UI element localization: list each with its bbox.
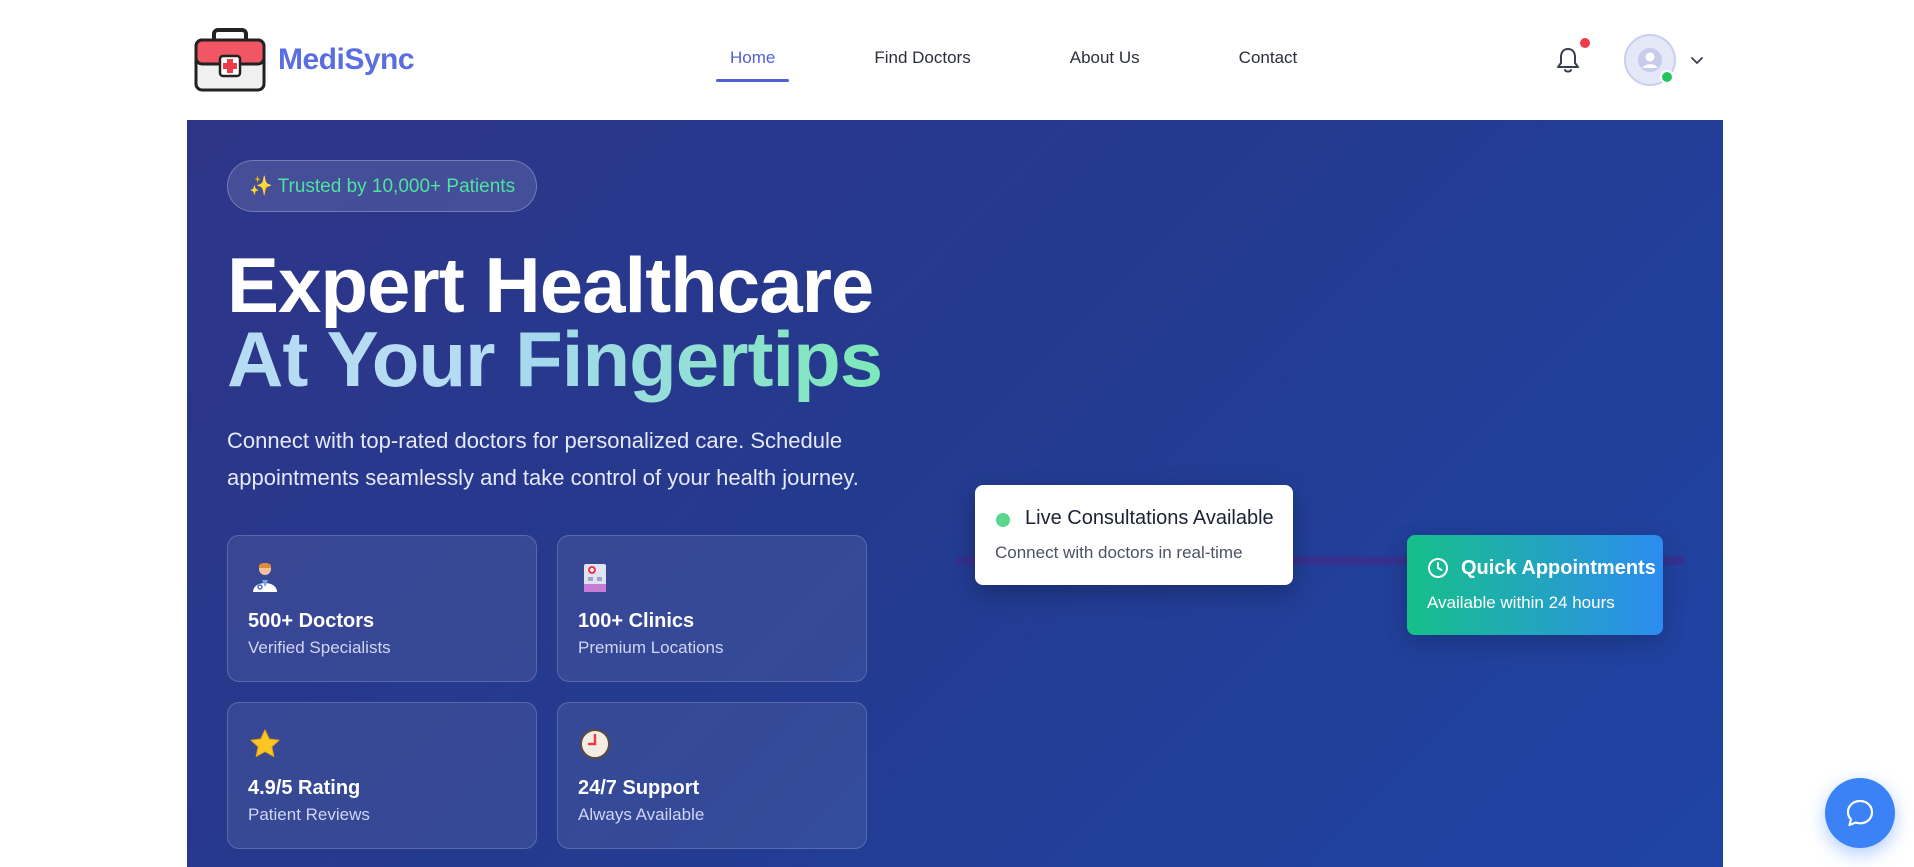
notification-badge bbox=[1580, 38, 1590, 48]
headline-line-2: At Your Fingertips bbox=[227, 320, 883, 398]
chat-button[interactable] bbox=[1825, 778, 1895, 848]
user-icon bbox=[1638, 48, 1662, 72]
online-status-dot bbox=[1660, 70, 1674, 84]
stat-subtitle: Patient Reviews bbox=[248, 805, 370, 824]
live-card-subtitle: Connect with doctors in real-time bbox=[995, 543, 1243, 562]
hero-description: Connect with top-rated doctors for perso… bbox=[227, 428, 859, 490]
stat-card-clinics: 100+ Clinics Premium Locations bbox=[557, 535, 867, 682]
hero-headline: Expert Healthcare At Your Fingertips bbox=[227, 246, 883, 398]
site-header: MediSync Home Find Doctors About Us Cont… bbox=[0, 0, 1914, 120]
chat-bubble-icon bbox=[1846, 799, 1874, 827]
quick-card-title: Quick Appointments bbox=[1461, 557, 1656, 579]
medical-kit-icon bbox=[194, 28, 266, 92]
hero-section: ✨ Trusted by 10,000+ Patients Expert Hea… bbox=[187, 120, 1723, 867]
stat-title: 24/7 Support bbox=[578, 777, 700, 799]
clock-icon bbox=[1428, 558, 1448, 578]
live-status-dot bbox=[996, 513, 1010, 527]
brand-logo[interactable]: MediSync bbox=[194, 28, 415, 92]
doctor-icon bbox=[253, 563, 277, 592]
star-icon bbox=[250, 729, 280, 757]
stat-card-doctors: 500+ Doctors Verified Specialists bbox=[227, 535, 537, 682]
stat-title: 100+ Clinics bbox=[578, 610, 695, 632]
trust-badge: ✨ Trusted by 10,000+ Patients bbox=[227, 160, 538, 212]
nav-find-doctors[interactable]: Find Doctors bbox=[860, 44, 984, 82]
quick-card-subtitle: Available within 24 hours bbox=[1427, 593, 1615, 612]
stat-card-rating: 4.9/5 Rating Patient Reviews bbox=[227, 702, 537, 849]
bell-icon[interactable] bbox=[1555, 46, 1581, 74]
stat-subtitle: Premium Locations bbox=[578, 638, 724, 657]
quick-appointments-card: Quick Appointments Available within 24 h… bbox=[1407, 535, 1663, 635]
trust-badge-text: ✨ Trusted by 10,000+ Patients bbox=[249, 176, 516, 197]
clock-icon bbox=[580, 729, 610, 759]
nav-contact[interactable]: Contact bbox=[1225, 44, 1312, 82]
chevron-down-icon[interactable] bbox=[1689, 52, 1705, 68]
nav-about-us[interactable]: About Us bbox=[1056, 44, 1154, 82]
stat-subtitle: Verified Specialists bbox=[248, 638, 391, 657]
main-nav: Home Find Doctors About Us Contact bbox=[716, 44, 1382, 82]
stat-card-support: 24/7 Support Always Available bbox=[557, 702, 867, 849]
nav-home[interactable]: Home bbox=[716, 44, 790, 82]
headline-highlight: Fingertips bbox=[515, 315, 883, 403]
clinic-icon bbox=[584, 564, 606, 592]
live-card-title: Live Consultations Available bbox=[1025, 507, 1274, 529]
brand-name: MediSync bbox=[278, 43, 415, 76]
stat-title: 500+ Doctors bbox=[248, 610, 375, 632]
page: MediSync Home Find Doctors About Us Cont… bbox=[0, 0, 1914, 867]
stat-title: 4.9/5 Rating bbox=[248, 777, 361, 799]
stat-subtitle: Always Available bbox=[578, 805, 705, 824]
live-consultations-card: Live Consultations Available Connect wit… bbox=[975, 485, 1293, 585]
headline-line-2-start: At Your bbox=[227, 315, 516, 403]
